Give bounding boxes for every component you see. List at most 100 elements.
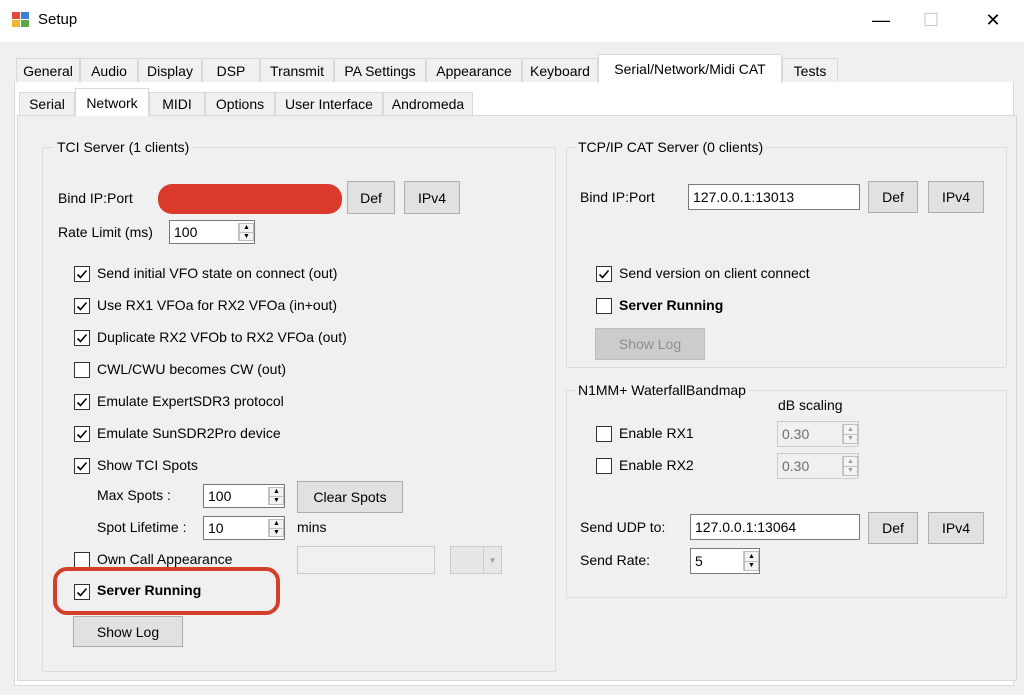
spin-up-icon[interactable]: ▲ [269,487,284,497]
checkmark-icon [76,269,88,279]
tci-server-title: TCI Server (1 clients) [54,139,193,155]
n1mm-title: N1MM+ WaterfallBandmap [575,382,749,398]
spin-up-icon[interactable]: ▲ [269,519,284,529]
tab-keyboard[interactable]: Keyboard [522,58,598,82]
rate-limit-label: Rate Limit (ms) [58,224,153,240]
tcpip-bind-label: Bind IP:Port [580,189,655,205]
minimize-button[interactable]: — [858,0,904,40]
show-tci-spots-checkbox[interactable] [74,458,90,474]
tab-dsp[interactable]: DSP [202,58,260,82]
cwl-cwu-checkbox[interactable] [74,362,90,378]
rx1-scaling-stepper[interactable]: 0.30 ▲ ▼ [777,421,859,447]
enable-rx1-checkbox[interactable] [596,426,612,442]
rate-limit-value: 100 [174,224,198,240]
max-spots-value: 100 [208,488,232,504]
udp-ipv4-button[interactable]: IPv4 [928,512,984,544]
spin-up-icon[interactable]: ▲ [239,223,254,233]
spin-down-icon[interactable]: ▼ [269,528,284,537]
use-rx1-vfoa-checkbox[interactable] [74,298,90,314]
rx1-scaling-spin[interactable]: ▲ ▼ [842,424,858,444]
emulate-expertsdr3-label: Emulate ExpertSDR3 protocol [97,393,284,409]
rate-limit-spin[interactable]: ▲ ▼ [238,223,254,241]
rate-limit-stepper[interactable]: 100 ▲ ▼ [169,220,255,244]
tab-audio[interactable]: Audio [80,58,138,82]
spin-down-icon[interactable]: ▼ [269,496,284,505]
send-initial-vfo-label: Send initial VFO state on connect (out) [97,265,338,281]
send-version-checkbox[interactable] [596,266,612,282]
spin-down-icon[interactable]: ▼ [843,466,858,476]
tcpip-show-log-button[interactable]: Show Log [595,328,705,360]
tci-ipv4-button[interactable]: IPv4 [404,181,460,214]
tab-pa-settings[interactable]: PA Settings [334,58,426,82]
own-call-appearance-label: Own Call Appearance [97,551,233,567]
duplicate-rx2-vfob-checkbox[interactable] [74,330,90,346]
tci-def-button[interactable]: Def [347,181,395,214]
send-initial-vfo-checkbox[interactable] [74,266,90,282]
max-spots-stepper[interactable]: 100 ▲ ▼ [203,484,285,508]
show-tci-spots-label: Show TCI Spots [97,457,198,473]
tab-transmit[interactable]: Transmit [260,58,334,82]
own-call-input[interactable] [297,546,435,574]
spin-up-icon[interactable]: ▲ [843,456,858,467]
window-title: Setup [38,11,78,28]
spin-down-icon[interactable]: ▼ [843,434,858,444]
tab-serial-network-midi-cat[interactable]: Serial/Network/Midi CAT [598,54,782,83]
spin-up-icon[interactable]: ▲ [744,551,759,562]
send-udp-label: Send UDP to: [580,519,666,535]
app-icon [12,12,30,28]
enable-rx1-label: Enable RX1 [619,425,694,441]
tci-server-running-checkbox[interactable] [74,584,90,600]
rx2-scaling-spin[interactable]: ▲ ▼ [842,456,858,476]
tcpip-def-button[interactable]: Def [868,181,918,213]
tcpip-ipv4-button[interactable]: IPv4 [928,181,984,213]
spot-lifetime-stepper[interactable]: 10 ▲ ▼ [203,516,285,540]
tci-server-running-label: Server Running [97,582,202,598]
tab-general[interactable]: General [16,58,80,82]
spot-lifetime-label: Spot Lifetime : [97,519,187,535]
checkmark-icon [598,269,610,279]
subtab-andromeda[interactable]: Andromeda [383,92,473,115]
enable-rx2-checkbox[interactable] [596,458,612,474]
emulate-sunsdr2pro-checkbox[interactable] [74,426,90,442]
emulate-expertsdr3-checkbox[interactable] [74,394,90,410]
udp-def-button[interactable]: Def [868,512,918,544]
max-spots-spin[interactable]: ▲ ▼ [268,487,284,505]
rx2-scaling-stepper[interactable]: 0.30 ▲ ▼ [777,453,859,479]
checkmark-icon [76,587,88,597]
own-call-appearance-checkbox[interactable] [74,552,90,568]
redacted-bind-ip [158,184,342,214]
tci-show-log-button[interactable]: Show Log [73,616,183,647]
own-call-color-combo[interactable]: ▼ [450,546,502,574]
tab-tests[interactable]: Tests [782,58,838,82]
checkmark-icon [76,333,88,343]
send-rate-spin[interactable]: ▲ ▼ [743,551,759,571]
send-rate-stepper[interactable]: 5 ▲ ▼ [690,548,760,574]
max-spots-label: Max Spots : [97,487,171,503]
dropdown-arrow-icon[interactable]: ▼ [483,547,501,573]
spin-down-icon[interactable]: ▼ [239,232,254,241]
send-version-label: Send version on client connect [619,265,810,281]
spin-up-icon[interactable]: ▲ [843,424,858,435]
subtab-serial[interactable]: Serial [19,92,75,115]
maximize-button[interactable]: ☐ [908,0,954,40]
checkmark-icon [76,301,88,311]
enable-rx2-label: Enable RX2 [619,457,694,473]
subtab-options[interactable]: Options [205,92,275,115]
db-scaling-label: dB scaling [778,397,843,413]
subtab-midi[interactable]: MIDI [149,92,205,115]
subtab-user-interface[interactable]: User Interface [275,92,383,115]
clear-spots-button[interactable]: Clear Spots [297,481,403,513]
spot-lifetime-value: 10 [208,520,224,536]
tab-display[interactable]: Display [138,58,202,82]
tcpip-server-running-checkbox[interactable] [596,298,612,314]
use-rx1-vfoa-label: Use RX1 VFOa for RX2 VFOa (in+out) [97,297,338,313]
close-button[interactable]: ✕ [970,0,1016,40]
checkmark-icon [76,461,88,471]
subtab-network[interactable]: Network [75,88,149,116]
spin-down-icon[interactable]: ▼ [744,561,759,571]
tab-appearance[interactable]: Appearance [426,58,522,82]
tcpip-bind-input[interactable]: 127.0.0.1:13013 [688,184,860,210]
emulate-sunsdr2pro-label: Emulate SunSDR2Pro device [97,425,281,441]
send-udp-input[interactable]: 127.0.0.1:13064 [690,514,860,540]
spot-lifetime-spin[interactable]: ▲ ▼ [268,519,284,537]
